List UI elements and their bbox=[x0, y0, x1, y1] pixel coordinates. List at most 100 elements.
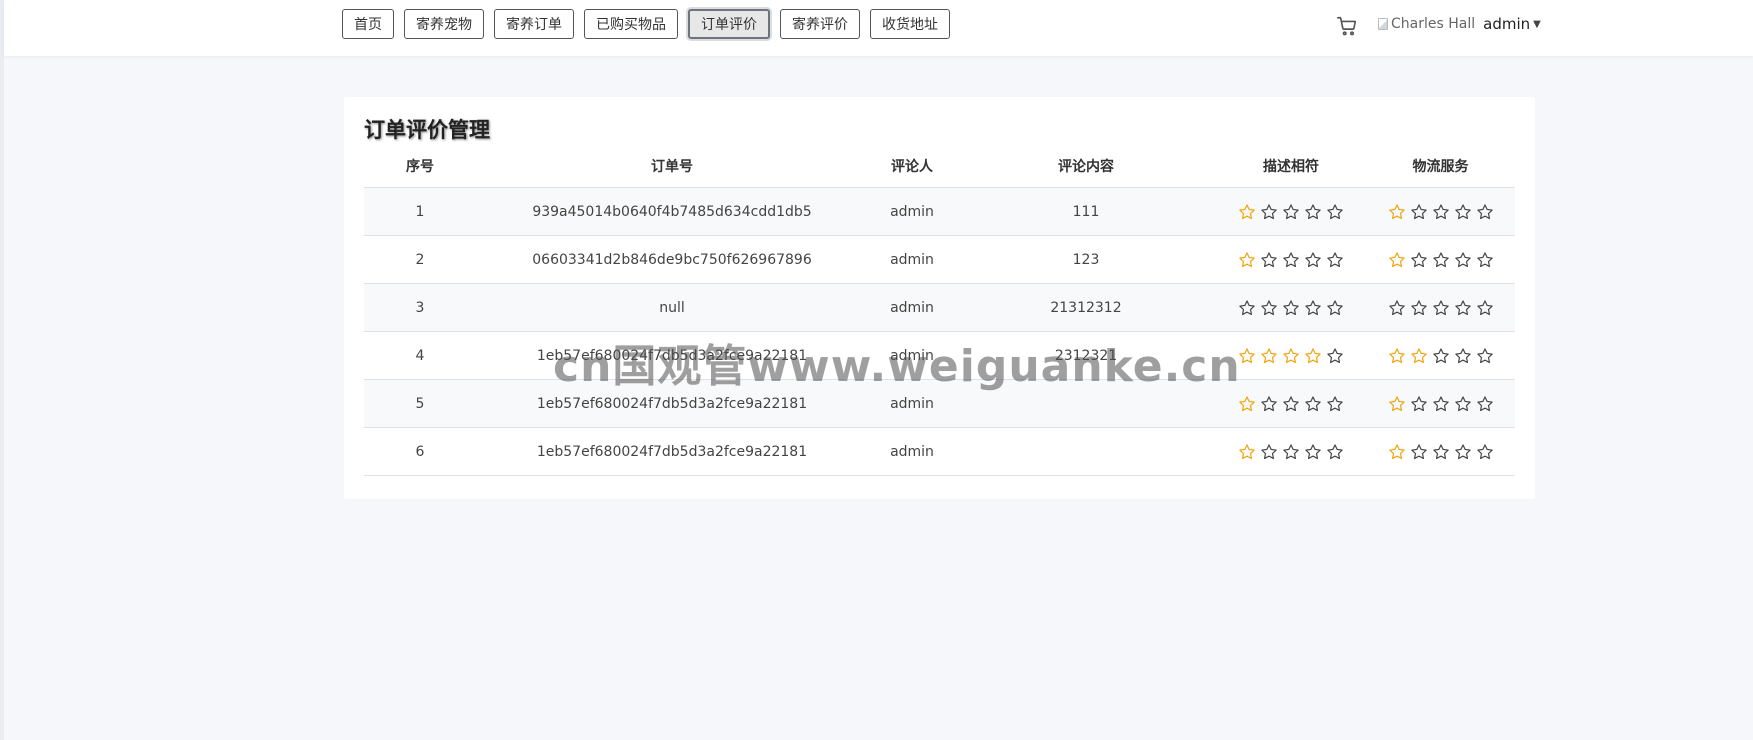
star-filled-icon bbox=[1239, 347, 1255, 363]
cell-content: 111 bbox=[956, 187, 1216, 236]
star-empty-icon bbox=[1410, 299, 1427, 315]
star-empty-icon bbox=[1410, 395, 1427, 411]
star-empty-icon bbox=[1305, 299, 1321, 315]
nav-button-1[interactable]: 寄养宠物 bbox=[404, 9, 484, 39]
star-empty-icon bbox=[1327, 299, 1343, 315]
table-row: 3 null admin 21312312 bbox=[364, 283, 1515, 332]
nav-button-5[interactable]: 寄养评价 bbox=[780, 9, 860, 39]
star-filled-icon bbox=[1388, 347, 1405, 363]
user-dropdown-toggle[interactable]: admin ▼ bbox=[1483, 15, 1541, 33]
table-body: 1 939a45014b0640f4b7485d634cdd1db5 admin 11… bbox=[364, 187, 1515, 476]
logistics-rating-stars bbox=[1388, 395, 1494, 413]
username: admin bbox=[1483, 15, 1531, 33]
star-empty-icon bbox=[1261, 203, 1277, 219]
table-header-row: 序号 订单号 评论人 评论内容 描述相符 物流服务 bbox=[364, 145, 1515, 188]
cell-content: 123 bbox=[956, 235, 1216, 284]
star-empty-icon bbox=[1410, 251, 1427, 267]
star-empty-icon bbox=[1305, 251, 1321, 267]
nav-button-0[interactable]: 首页 bbox=[342, 9, 394, 39]
star-empty-icon bbox=[1305, 203, 1321, 219]
star-empty-icon bbox=[1261, 395, 1277, 411]
star-empty-icon bbox=[1261, 299, 1277, 315]
main-nav: 首页 寄养宠物 寄养订单 已购买物品 订单评价 寄养评价 收货地址 bbox=[342, 9, 950, 39]
description-rating-stars bbox=[1238, 395, 1344, 413]
user-menu: Charles Hall admin ▼ bbox=[1378, 15, 1541, 33]
star-empty-icon bbox=[1327, 443, 1343, 459]
broken-image-icon bbox=[1378, 18, 1388, 30]
cell-reviewer: admin bbox=[868, 427, 956, 476]
logistics-rating-stars bbox=[1388, 443, 1494, 461]
col-header-description-rating: 描述相符 bbox=[1216, 145, 1366, 188]
description-rating-stars bbox=[1238, 203, 1344, 221]
description-rating-stars bbox=[1238, 443, 1344, 461]
cell-content: 21312312 bbox=[956, 283, 1216, 332]
nav-button-2[interactable]: 寄养订单 bbox=[494, 9, 574, 39]
description-rating-stars bbox=[1238, 347, 1344, 365]
cell-description-rating bbox=[1216, 235, 1366, 284]
cell-description-rating bbox=[1216, 427, 1366, 476]
star-empty-icon bbox=[1327, 347, 1343, 363]
reviews-table: 序号 订单号 评论人 评论内容 描述相符 物流服务 1 939a45014b064… bbox=[364, 145, 1515, 476]
logistics-rating-stars bbox=[1388, 299, 1494, 317]
description-rating-stars bbox=[1238, 251, 1344, 269]
nav-button-6[interactable]: 收货地址 bbox=[870, 9, 950, 39]
star-empty-icon bbox=[1454, 251, 1471, 267]
col-header-logistics-rating: 物流服务 bbox=[1366, 145, 1515, 188]
cart-icon[interactable] bbox=[1336, 15, 1358, 37]
cell-logistics-rating bbox=[1366, 283, 1515, 332]
star-empty-icon bbox=[1327, 203, 1343, 219]
star-empty-icon bbox=[1432, 299, 1449, 315]
star-empty-icon bbox=[1476, 203, 1493, 219]
avatar[interactable]: Charles Hall bbox=[1378, 16, 1475, 32]
star-empty-icon bbox=[1327, 395, 1343, 411]
star-empty-icon bbox=[1305, 395, 1321, 411]
star-empty-icon bbox=[1239, 299, 1255, 315]
table-row: 6 1eb57ef680024f7db5d3a2fce9a22181 admin bbox=[364, 427, 1515, 476]
star-empty-icon bbox=[1454, 347, 1471, 363]
star-empty-icon bbox=[1261, 251, 1277, 267]
cell-index: 1 bbox=[364, 187, 476, 236]
nav-button-4[interactable]: 订单评价 bbox=[688, 9, 770, 39]
cell-description-rating bbox=[1216, 331, 1366, 380]
star-empty-icon bbox=[1476, 251, 1493, 267]
star-filled-icon bbox=[1239, 203, 1255, 219]
star-filled-icon bbox=[1388, 443, 1405, 459]
table-row: 5 1eb57ef680024f7db5d3a2fce9a22181 admin bbox=[364, 379, 1515, 428]
nav-button-3[interactable]: 已购买物品 bbox=[584, 9, 678, 39]
star-filled-icon bbox=[1239, 251, 1255, 267]
star-empty-icon bbox=[1432, 203, 1449, 219]
reviews-card: 订单评价管理 序号 订单号 评论人 评论内容 描述相符 物流服务 1 939a45… bbox=[344, 97, 1535, 499]
description-rating-stars bbox=[1238, 299, 1344, 317]
star-empty-icon bbox=[1283, 443, 1299, 459]
cell-order-no: 1eb57ef680024f7db5d3a2fce9a22181 bbox=[476, 379, 868, 428]
logistics-rating-stars bbox=[1388, 203, 1494, 221]
cell-content bbox=[956, 427, 1216, 476]
star-empty-icon bbox=[1410, 203, 1427, 219]
cell-reviewer: admin bbox=[868, 379, 956, 428]
cell-index: 2 bbox=[364, 235, 476, 284]
cell-order-no: 939a45014b0640f4b7485d634cdd1db5 bbox=[476, 187, 868, 236]
star-filled-icon bbox=[1305, 347, 1321, 363]
star-empty-icon bbox=[1432, 443, 1449, 459]
cell-content bbox=[956, 379, 1216, 428]
table-row: 4 1eb57ef680024f7db5d3a2fce9a22181 admin 23… bbox=[364, 331, 1515, 380]
star-empty-icon bbox=[1305, 443, 1321, 459]
star-empty-icon bbox=[1476, 347, 1493, 363]
left-edge bbox=[0, 0, 4, 740]
star-empty-icon bbox=[1454, 203, 1471, 219]
star-empty-icon bbox=[1476, 395, 1493, 411]
star-filled-icon bbox=[1410, 347, 1427, 363]
cell-index: 6 bbox=[364, 427, 476, 476]
star-empty-icon bbox=[1454, 395, 1471, 411]
cell-index: 5 bbox=[364, 379, 476, 428]
star-empty-icon bbox=[1432, 395, 1449, 411]
cell-content: 2312321 bbox=[956, 331, 1216, 380]
logistics-rating-stars bbox=[1388, 251, 1494, 269]
cell-index: 4 bbox=[364, 331, 476, 380]
star-filled-icon bbox=[1239, 443, 1255, 459]
star-empty-icon bbox=[1283, 251, 1299, 267]
star-filled-icon bbox=[1261, 347, 1277, 363]
cell-logistics-rating bbox=[1366, 331, 1515, 380]
star-empty-icon bbox=[1261, 443, 1277, 459]
star-empty-icon bbox=[1283, 203, 1299, 219]
